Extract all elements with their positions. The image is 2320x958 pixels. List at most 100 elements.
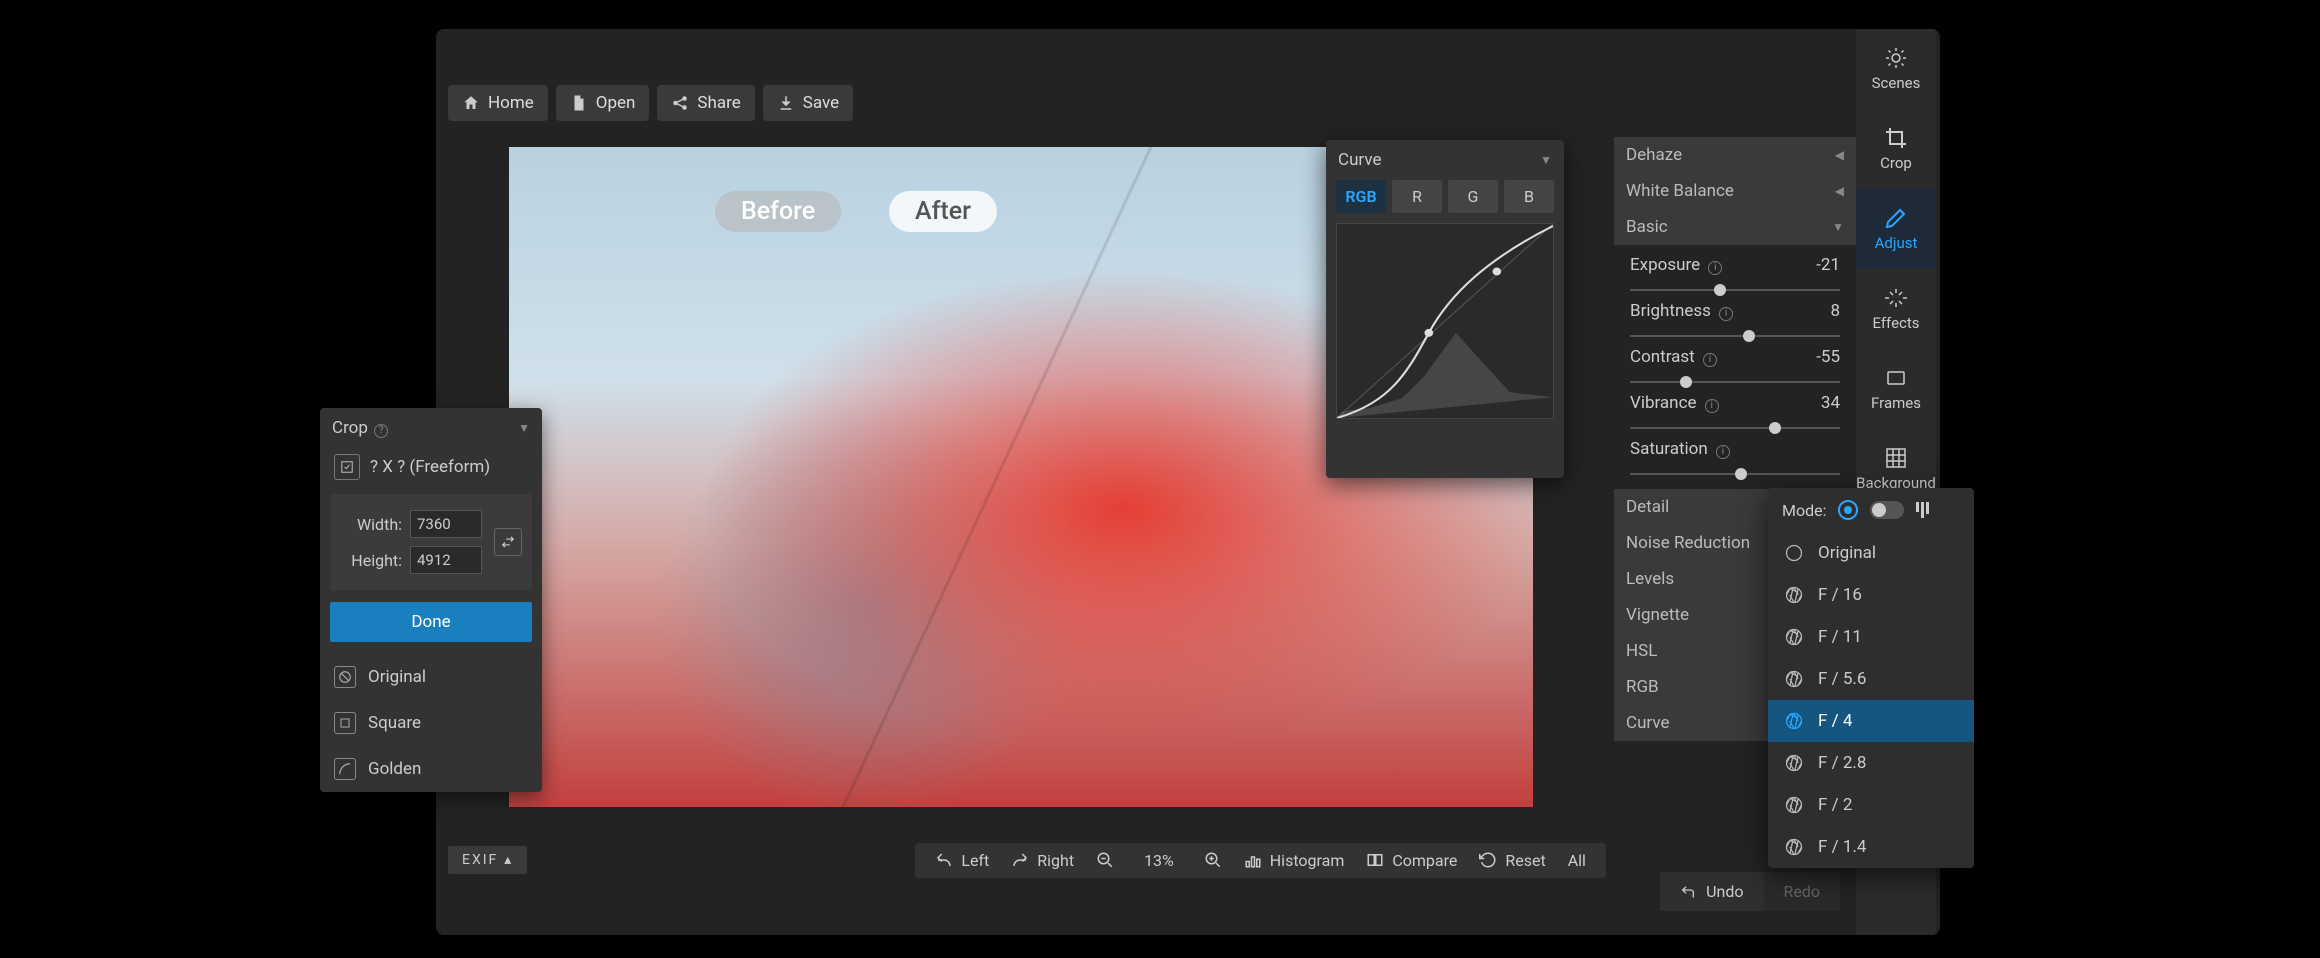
bottom-center: Left Right 13% Histogram Compare Reset A… (915, 843, 1606, 878)
curve-tab-rgb[interactable]: RGB (1336, 180, 1386, 213)
share-icon (671, 94, 689, 112)
info-icon[interactable]: i (1716, 445, 1730, 459)
aperture-option-label: F / 2 (1818, 795, 1852, 815)
height-label: Height: (340, 551, 402, 570)
rotate-right-icon (1011, 851, 1029, 869)
curve-tab-r[interactable]: R (1392, 180, 1442, 213)
section-dehaze[interactable]: Dehaze◀ (1614, 137, 1856, 173)
tool-effects-label: Effects (1872, 314, 1919, 332)
contrast-row: Contrast i-55 (1614, 337, 1856, 383)
brightness-value: 8 (1830, 301, 1840, 321)
width-input[interactable] (410, 510, 482, 538)
file-icon (570, 94, 588, 112)
preset-icon (334, 758, 356, 780)
section-white-balance[interactable]: White Balance◀ (1614, 173, 1856, 209)
aperture-option-label: F / 11 (1818, 627, 1862, 647)
crop-preset-golden[interactable]: Golden (320, 746, 542, 792)
before-label: Before (715, 191, 841, 232)
aspect-icon (334, 454, 360, 480)
aperture-option[interactable]: F / 5.6 (1768, 658, 1974, 700)
share-button[interactable]: Share (657, 85, 754, 121)
tool-crop[interactable]: Crop (1856, 109, 1936, 189)
crop-preset-square[interactable]: Square (320, 700, 542, 746)
info-icon[interactable]: i (1719, 307, 1733, 321)
zoom-level: 13% (1136, 851, 1182, 870)
open-button[interactable]: Open (556, 85, 650, 121)
mode-radial-icon[interactable] (1838, 500, 1858, 520)
reset-button[interactable]: Reset (1479, 851, 1545, 870)
curve-tab-b[interactable]: B (1504, 180, 1554, 213)
compare-button[interactable]: Compare (1366, 851, 1457, 870)
aperture-option[interactable]: F / 11 (1768, 616, 1974, 658)
aperture-option[interactable]: F / 4 (1768, 700, 1974, 742)
info-icon[interactable]: i (1705, 399, 1719, 413)
all-button[interactable]: All (1568, 851, 1586, 870)
bars-icon[interactable] (1916, 502, 1929, 518)
curve-tab-g[interactable]: G (1448, 180, 1498, 213)
curve-channel-tabs: RGB R G B (1326, 180, 1564, 223)
expand-icon: ▼ (1832, 220, 1844, 234)
aperture-original[interactable]: Original (1768, 532, 1974, 574)
aperture-option[interactable]: F / 2 (1768, 784, 1974, 826)
save-button[interactable]: Save (763, 85, 853, 121)
crop-dimensions: Width: Height: (330, 494, 532, 590)
aperture-icon (1784, 627, 1804, 647)
bottom-bar: EXIF ▴ Left Right 13% Histogram Compare … (448, 838, 1990, 882)
chevron-up-icon: ▴ (504, 852, 513, 868)
vibrance-slider[interactable] (1630, 427, 1840, 429)
aperture-option-label: F / 4 (1818, 711, 1852, 731)
after-label: After (889, 191, 997, 232)
aperture-option[interactable]: F / 16 (1768, 574, 1974, 616)
exif-button[interactable]: EXIF ▴ (448, 846, 527, 874)
collapse-icon[interactable]: ▼ (1540, 153, 1552, 167)
exposure-slider[interactable] (1630, 289, 1840, 291)
zoom-in-icon (1204, 851, 1222, 869)
info-icon[interactable]: i (1703, 353, 1717, 367)
tool-adjust[interactable]: Adjust (1856, 189, 1936, 269)
info-icon[interactable]: i (1708, 261, 1722, 275)
tool-frames[interactable]: Frames (1856, 349, 1936, 429)
vibrance-value: 34 (1821, 393, 1840, 413)
crop-aspect-freeform[interactable]: ? X ? (Freeform) (322, 454, 540, 480)
aperture-option[interactable]: F / 1.4 (1768, 826, 1974, 868)
aperture-icon (1784, 585, 1804, 605)
brightness-slider[interactable] (1630, 335, 1840, 337)
tool-crop-label: Crop (1880, 154, 1912, 172)
info-icon[interactable]: ? (374, 424, 388, 438)
collapse-icon: ◀ (1835, 148, 1844, 162)
height-input[interactable] (410, 546, 482, 574)
collapse-icon[interactable]: ▼ (518, 421, 530, 435)
rotate-right-button[interactable]: Right (1011, 851, 1074, 870)
section-basic[interactable]: Basic▼ (1614, 209, 1856, 245)
crop-done-button[interactable]: Done (330, 602, 532, 642)
aperture-icon (1784, 669, 1804, 689)
aperture-option-label: F / 2.8 (1818, 753, 1866, 773)
swap-icon (501, 535, 515, 549)
histogram-button[interactable]: Histogram (1244, 851, 1345, 870)
rotate-left-button[interactable]: Left (935, 851, 989, 870)
compare-icon (1366, 851, 1384, 869)
tool-scenes[interactable]: Scenes (1856, 29, 1936, 109)
tool-effects[interactable]: Effects (1856, 269, 1936, 349)
aperture-panel: Mode: Original F / 16F / 11F / 5.6F / 4F… (1768, 488, 1974, 868)
curve-graph[interactable] (1336, 223, 1554, 419)
crop-preset-original[interactable]: Original (320, 654, 542, 700)
aperture-option[interactable]: F / 2.8 (1768, 742, 1974, 784)
zoom-out-button[interactable] (1096, 851, 1114, 869)
swap-dimensions-button[interactable] (494, 528, 522, 556)
saturation-slider[interactable] (1630, 473, 1840, 475)
aperture-option-label: F / 16 (1818, 585, 1862, 605)
home-button[interactable]: Home (448, 85, 548, 121)
vibrance-row: Vibrance i34 (1614, 383, 1856, 429)
contrast-value: -55 (1816, 347, 1840, 367)
width-label: Width: (340, 515, 402, 534)
histogram-icon (1244, 851, 1262, 869)
zoom-in-button[interactable] (1204, 851, 1222, 869)
top-toolbar: Home Open Share Save (448, 85, 853, 121)
contrast-slider[interactable] (1630, 381, 1840, 383)
mode-toggle[interactable] (1870, 501, 1904, 519)
aperture-icon (1784, 795, 1804, 815)
rotate-left-icon (935, 851, 953, 869)
preset-icon (334, 666, 356, 688)
crop-panel: Crop ? ▼ ? X ? (Freeform) Width: Height:… (320, 408, 542, 792)
